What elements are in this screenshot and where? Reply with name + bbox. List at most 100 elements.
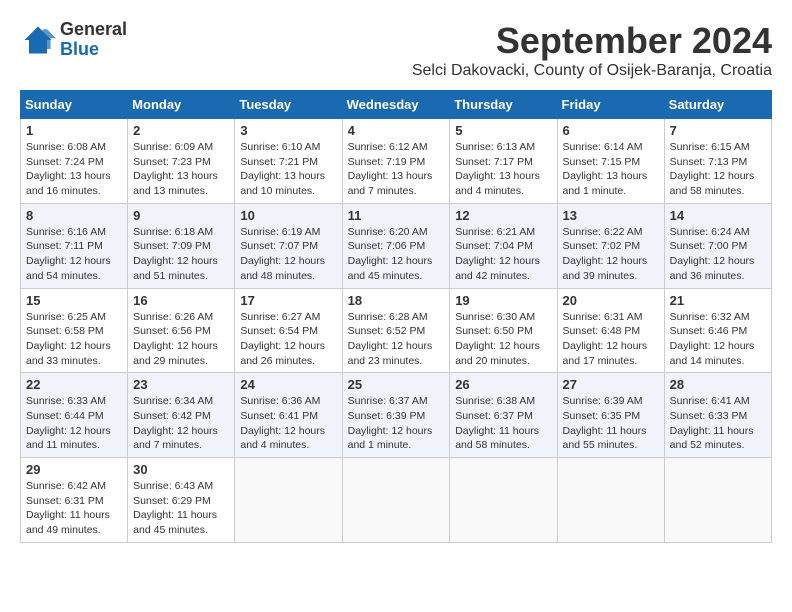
day-info: Sunrise: 6:41 AM Sunset: 6:33 PM Dayligh… [670, 394, 766, 453]
day-info: Sunrise: 6:32 AM Sunset: 6:46 PM Dayligh… [670, 310, 766, 369]
day-number: 12 [455, 208, 551, 223]
day-info: Sunrise: 6:16 AM Sunset: 7:11 PM Dayligh… [26, 225, 122, 284]
day-number: 4 [348, 123, 445, 138]
calendar-cell [664, 458, 771, 543]
calendar-cell: 28 Sunrise: 6:41 AM Sunset: 6:33 PM Dayl… [664, 373, 771, 458]
calendar-cell: 30 Sunrise: 6:43 AM Sunset: 6:29 PM Dayl… [128, 458, 235, 543]
day-info: Sunrise: 6:08 AM Sunset: 7:24 PM Dayligh… [26, 140, 122, 199]
calendar-cell: 7 Sunrise: 6:15 AM Sunset: 7:13 PM Dayli… [664, 119, 771, 204]
day-number: 2 [133, 123, 229, 138]
day-header-thursday: Thursday [450, 91, 557, 119]
day-info: Sunrise: 6:14 AM Sunset: 7:15 PM Dayligh… [563, 140, 659, 199]
day-header-sunday: Sunday [21, 91, 128, 119]
calendar-week-5: 29 Sunrise: 6:42 AM Sunset: 6:31 PM Dayl… [21, 458, 772, 543]
day-info: Sunrise: 6:24 AM Sunset: 7:00 PM Dayligh… [670, 225, 766, 284]
day-header-tuesday: Tuesday [235, 91, 342, 119]
calendar-cell: 6 Sunrise: 6:14 AM Sunset: 7:15 PM Dayli… [557, 119, 664, 204]
calendar-cell: 27 Sunrise: 6:39 AM Sunset: 6:35 PM Dayl… [557, 373, 664, 458]
calendar-cell: 4 Sunrise: 6:12 AM Sunset: 7:19 PM Dayli… [342, 119, 450, 204]
day-number: 30 [133, 462, 229, 477]
day-info: Sunrise: 6:26 AM Sunset: 6:56 PM Dayligh… [133, 310, 229, 369]
day-number: 23 [133, 377, 229, 392]
location-title: Selci Dakovacki, County of Osijek-Baranj… [412, 62, 772, 80]
calendar-cell [557, 458, 664, 543]
day-number: 15 [26, 293, 122, 308]
logo-general-text: General [60, 19, 127, 39]
day-info: Sunrise: 6:19 AM Sunset: 7:07 PM Dayligh… [240, 225, 336, 284]
calendar-cell: 11 Sunrise: 6:20 AM Sunset: 7:06 PM Dayl… [342, 203, 450, 288]
calendar-cell: 26 Sunrise: 6:38 AM Sunset: 6:37 PM Dayl… [450, 373, 557, 458]
day-header-friday: Friday [557, 91, 664, 119]
calendar-cell: 19 Sunrise: 6:30 AM Sunset: 6:50 PM Dayl… [450, 288, 557, 373]
day-info: Sunrise: 6:21 AM Sunset: 7:04 PM Dayligh… [455, 225, 551, 284]
day-number: 13 [563, 208, 659, 223]
calendar-cell: 14 Sunrise: 6:24 AM Sunset: 7:00 PM Dayl… [664, 203, 771, 288]
day-number: 25 [348, 377, 445, 392]
day-header-saturday: Saturday [664, 91, 771, 119]
day-number: 26 [455, 377, 551, 392]
day-info: Sunrise: 6:33 AM Sunset: 6:44 PM Dayligh… [26, 394, 122, 453]
day-number: 9 [133, 208, 229, 223]
calendar-cell: 24 Sunrise: 6:36 AM Sunset: 6:41 PM Dayl… [235, 373, 342, 458]
day-info: Sunrise: 6:18 AM Sunset: 7:09 PM Dayligh… [133, 225, 229, 284]
calendar-cell: 18 Sunrise: 6:28 AM Sunset: 6:52 PM Dayl… [342, 288, 450, 373]
day-info: Sunrise: 6:31 AM Sunset: 6:48 PM Dayligh… [563, 310, 659, 369]
calendar-cell: 29 Sunrise: 6:42 AM Sunset: 6:31 PM Dayl… [21, 458, 128, 543]
day-info: Sunrise: 6:36 AM Sunset: 6:41 PM Dayligh… [240, 394, 336, 453]
day-number: 20 [563, 293, 659, 308]
day-info: Sunrise: 6:12 AM Sunset: 7:19 PM Dayligh… [348, 140, 445, 199]
calendar-cell: 5 Sunrise: 6:13 AM Sunset: 7:17 PM Dayli… [450, 119, 557, 204]
day-info: Sunrise: 6:28 AM Sunset: 6:52 PM Dayligh… [348, 310, 445, 369]
day-header-wednesday: Wednesday [342, 91, 450, 119]
day-number: 11 [348, 208, 445, 223]
day-info: Sunrise: 6:27 AM Sunset: 6:54 PM Dayligh… [240, 310, 336, 369]
day-info: Sunrise: 6:15 AM Sunset: 7:13 PM Dayligh… [670, 140, 766, 199]
day-number: 7 [670, 123, 766, 138]
calendar-cell: 23 Sunrise: 6:34 AM Sunset: 6:42 PM Dayl… [128, 373, 235, 458]
day-number: 10 [240, 208, 336, 223]
day-info: Sunrise: 6:13 AM Sunset: 7:17 PM Dayligh… [455, 140, 551, 199]
calendar-cell [342, 458, 450, 543]
day-header-monday: Monday [128, 91, 235, 119]
day-number: 29 [26, 462, 122, 477]
day-number: 27 [563, 377, 659, 392]
day-number: 8 [26, 208, 122, 223]
calendar-cell: 13 Sunrise: 6:22 AM Sunset: 7:02 PM Dayl… [557, 203, 664, 288]
day-info: Sunrise: 6:25 AM Sunset: 6:58 PM Dayligh… [26, 310, 122, 369]
day-number: 3 [240, 123, 336, 138]
calendar-cell: 9 Sunrise: 6:18 AM Sunset: 7:09 PM Dayli… [128, 203, 235, 288]
calendar-cell: 1 Sunrise: 6:08 AM Sunset: 7:24 PM Dayli… [21, 119, 128, 204]
calendar-cell: 15 Sunrise: 6:25 AM Sunset: 6:58 PM Dayl… [21, 288, 128, 373]
day-info: Sunrise: 6:09 AM Sunset: 7:23 PM Dayligh… [133, 140, 229, 199]
calendar-week-4: 22 Sunrise: 6:33 AM Sunset: 6:44 PM Dayl… [21, 373, 772, 458]
day-info: Sunrise: 6:43 AM Sunset: 6:29 PM Dayligh… [133, 479, 229, 538]
day-info: Sunrise: 6:22 AM Sunset: 7:02 PM Dayligh… [563, 225, 659, 284]
day-number: 16 [133, 293, 229, 308]
calendar-cell [235, 458, 342, 543]
day-number: 19 [455, 293, 551, 308]
day-number: 6 [563, 123, 659, 138]
calendar-cell: 21 Sunrise: 6:32 AM Sunset: 6:46 PM Dayl… [664, 288, 771, 373]
day-number: 22 [26, 377, 122, 392]
day-number: 18 [348, 293, 445, 308]
day-info: Sunrise: 6:20 AM Sunset: 7:06 PM Dayligh… [348, 225, 445, 284]
calendar-cell: 16 Sunrise: 6:26 AM Sunset: 6:56 PM Dayl… [128, 288, 235, 373]
day-number: 24 [240, 377, 336, 392]
day-number: 28 [670, 377, 766, 392]
calendar-cell: 3 Sunrise: 6:10 AM Sunset: 7:21 PM Dayli… [235, 119, 342, 204]
day-number: 1 [26, 123, 122, 138]
day-info: Sunrise: 6:30 AM Sunset: 6:50 PM Dayligh… [455, 310, 551, 369]
title-section: September 2024 Selci Dakovacki, County o… [412, 20, 772, 80]
calendar-week-1: 1 Sunrise: 6:08 AM Sunset: 7:24 PM Dayli… [21, 119, 772, 204]
day-info: Sunrise: 6:37 AM Sunset: 6:39 PM Dayligh… [348, 394, 445, 453]
calendar-cell: 22 Sunrise: 6:33 AM Sunset: 6:44 PM Dayl… [21, 373, 128, 458]
logo-text: General Blue [60, 20, 127, 60]
day-info: Sunrise: 6:39 AM Sunset: 6:35 PM Dayligh… [563, 394, 659, 453]
day-info: Sunrise: 6:34 AM Sunset: 6:42 PM Dayligh… [133, 394, 229, 453]
day-number: 14 [670, 208, 766, 223]
logo-blue-text: Blue [60, 39, 99, 59]
month-title: September 2024 [412, 20, 772, 62]
calendar-cell: 12 Sunrise: 6:21 AM Sunset: 7:04 PM Dayl… [450, 203, 557, 288]
calendar-cell [450, 458, 557, 543]
calendar-cell: 20 Sunrise: 6:31 AM Sunset: 6:48 PM Dayl… [557, 288, 664, 373]
